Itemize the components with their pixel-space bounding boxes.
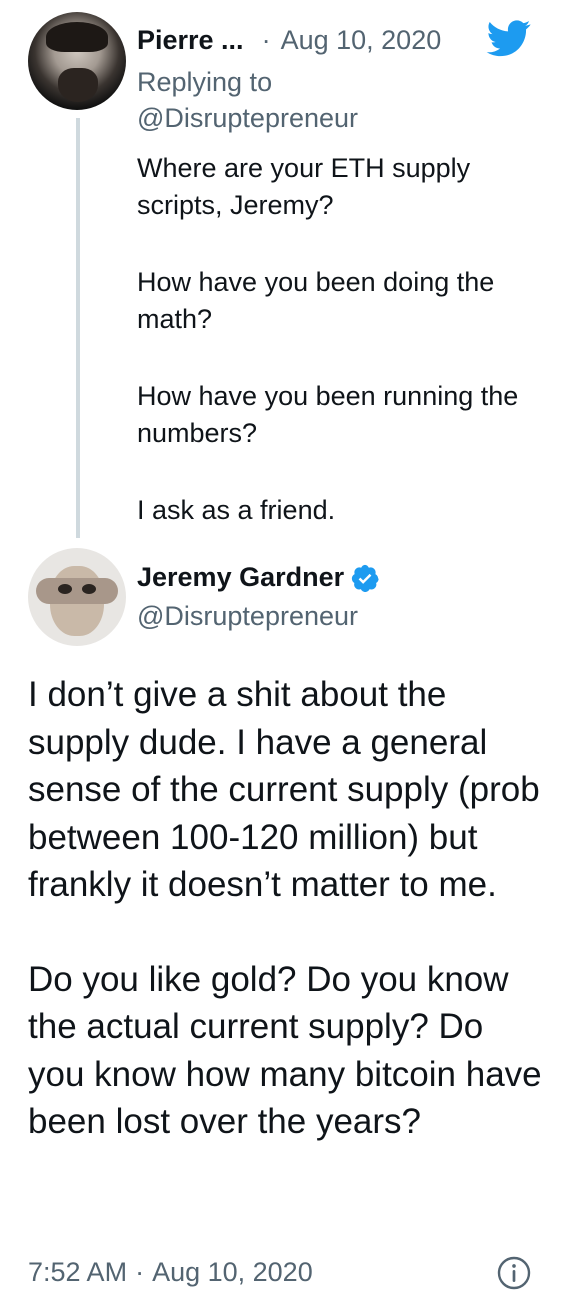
reply-paragraph: How have you been doing the math? [137, 267, 495, 334]
reply-date[interactable]: Aug 10, 2020 [281, 25, 442, 56]
main-author-name[interactable]: Jeremy Gardner [137, 562, 344, 593]
main-paragraph: Do you like gold? Do you know the actual… [28, 959, 542, 1142]
reply-tweet[interactable]: Pierre ... · Aug 10, 2020 Replying to @D… [0, 0, 562, 545]
reply-header: Pierre ... · Aug 10, 2020 [137, 22, 441, 58]
twitter-bird-icon [486, 20, 531, 57]
avatar[interactable] [28, 12, 126, 110]
avatar[interactable] [28, 548, 126, 646]
info-icon[interactable] [496, 1255, 532, 1291]
avatar-beard [58, 68, 98, 102]
reply-paragraph: How have you been running the numbers? [137, 381, 519, 448]
main-author-handle[interactable]: @Disruptepreneur [137, 601, 358, 632]
avatar-hands [36, 578, 118, 604]
reply-paragraph: Where are your ETH supply scripts, Jerem… [137, 153, 471, 220]
separator-dot: · [135, 1257, 145, 1287]
main-author-row: Jeremy Gardner [137, 562, 380, 593]
reply-author-name[interactable]: Pierre ... [137, 25, 244, 56]
tweet-time: 7:52 AM [28, 1257, 128, 1287]
thread-connector-line [76, 118, 80, 538]
replying-to-handle[interactable]: @Disruptepreneur [137, 100, 358, 136]
main-tweet-text: I don’t give a shit about the supply dud… [28, 671, 548, 1193]
separator-dot: · [261, 24, 271, 55]
replying-to-label: Replying to [137, 67, 273, 97]
tweet-timestamp[interactable]: 7:52 AM · Aug 10, 2020 [28, 1257, 313, 1288]
replying-to: Replying to @Disruptepreneur [137, 64, 358, 136]
verified-badge-icon [352, 564, 379, 592]
reply-body: Where are your ETH supply scripts, Jerem… [137, 150, 547, 569]
avatar-hair [46, 22, 108, 52]
tweet-date: Aug 10, 2020 [152, 1257, 313, 1287]
avatar-eye [82, 584, 96, 594]
reply-paragraph: I ask as a friend. [137, 495, 336, 525]
main-paragraph: I don’t give a shit about the supply dud… [28, 675, 540, 904]
avatar-eye [58, 584, 72, 594]
